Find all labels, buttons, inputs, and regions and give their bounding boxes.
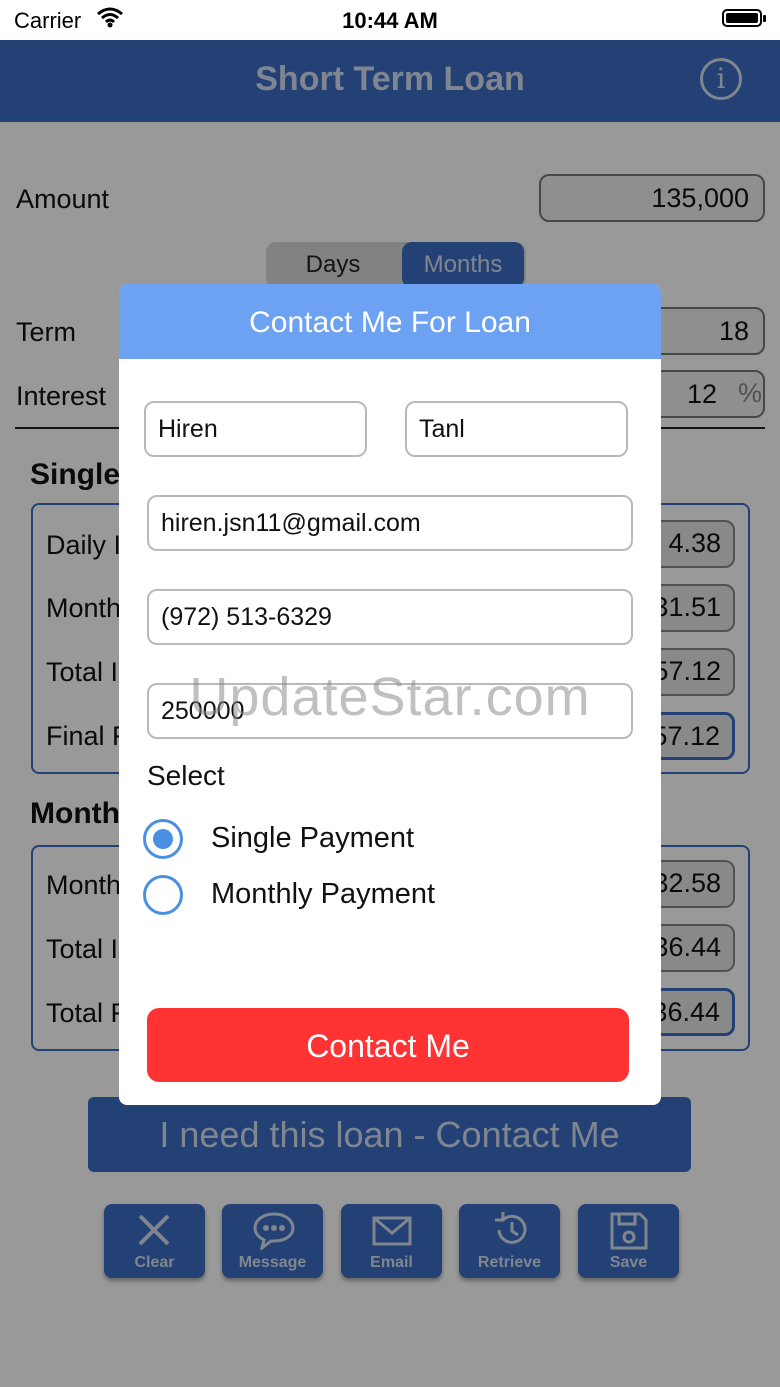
phone-input[interactable]: (972) 513-6329 [147, 589, 633, 645]
status-bar: Carrier 10:44 AM [0, 0, 780, 40]
single-payment-radio[interactable] [143, 819, 183, 859]
monthly-payment-radio[interactable] [143, 875, 183, 915]
first-name-input[interactable]: Hiren [144, 401, 367, 457]
battery-icon [722, 9, 766, 27]
select-label: Select [147, 760, 225, 791]
monthly-payment-label[interactable]: Monthly Payment [211, 878, 435, 911]
clock: 10:44 AM [342, 8, 438, 33]
single-payment-label[interactable]: Single Payment [211, 822, 414, 855]
modal-title: Contact Me For Loan [119, 284, 661, 359]
contact-me-button[interactable]: Contact Me [147, 1008, 629, 1082]
watermark: UpdateStar.com [189, 667, 591, 727]
email-input[interactable]: hiren.jsn11@gmail.com [147, 495, 633, 551]
last-name-input[interactable]: Tanl [405, 401, 628, 457]
